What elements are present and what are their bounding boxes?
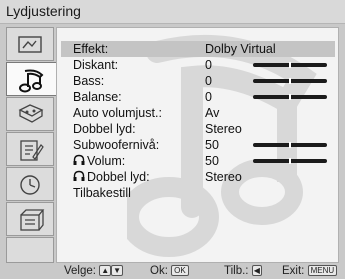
slider-track[interactable] (253, 62, 327, 68)
row-label: Bass: (73, 74, 105, 88)
row-label: Volum: (87, 154, 126, 168)
row-label: Dobbel lyd: (73, 122, 136, 136)
menu-row-reset[interactable]: Tilbakestill (61, 185, 335, 201)
sidebar-item-sound[interactable] (6, 62, 58, 96)
headphone-icon (73, 154, 85, 165)
row-label: Balanse: (73, 90, 122, 104)
row-value: Stereo (205, 170, 242, 184)
row-label: Effekt: (73, 42, 109, 56)
row-value: Av (205, 106, 220, 120)
page-title: Lydjustering (6, 3, 81, 19)
menu-row-headphone-dual-sound[interactable]: Dobbel lyd: Stereo (61, 169, 335, 185)
slider-knob[interactable] (289, 158, 291, 164)
row-label: Tilbakestill (73, 186, 131, 200)
up-arrow-icon: ▲ (99, 265, 112, 276)
down-arrow-icon: ▼ (111, 265, 124, 276)
row-value: 50 (205, 138, 219, 152)
menu-key-icon: MENU (307, 265, 338, 276)
footer-back-label: Tilb.: (224, 265, 249, 277)
row-value: Stereo (205, 122, 242, 136)
menu-row-effekt[interactable]: Effekt: Dolby Virtual (61, 41, 335, 57)
menu-row-headphone-volume[interactable]: Volum: 50 (61, 153, 335, 169)
row-label-wrap: Dobbel lyd: (73, 169, 150, 185)
left-arrow-icon: ◀ (251, 265, 262, 276)
slider-track[interactable] (253, 94, 327, 100)
footer-select: Velge: ▲ ▼ (64, 264, 124, 279)
footer-help-bar: Velge: ▲ ▼ Ok: OK Tilb.: ◀ Exit: MENU (0, 264, 345, 279)
row-label-wrap: Volum: (73, 153, 125, 169)
footer-ok: Ok: OK (150, 264, 189, 279)
row-label: Auto volumjust.: (73, 106, 162, 120)
footer-ok-label: Ok: (150, 265, 168, 277)
slider-knob[interactable] (289, 94, 291, 100)
settings-panel: Effekt: Dolby Virtual Diskant: 0 Bass: 0… (56, 27, 339, 263)
row-value: 50 (205, 154, 219, 168)
slider-track[interactable] (253, 158, 327, 164)
menu-row-balanse[interactable]: Balanse: 0 (61, 89, 335, 105)
screen-settings-icon (18, 104, 44, 123)
row-label: Dobbel lyd: (87, 170, 150, 184)
sidebar-item-timer[interactable] (6, 167, 54, 201)
menu-row-dual-sound[interactable]: Dobbel lyd: Stereo (61, 121, 335, 137)
sidebar-item-features[interactable] (6, 132, 54, 166)
headphone-icon (73, 170, 85, 181)
menu-row-bass[interactable]: Bass: 0 (61, 73, 335, 89)
slider-track[interactable] (253, 78, 327, 84)
menu-row-auto-volume[interactable]: Auto volumjust.: Av (61, 105, 335, 121)
slider-track[interactable] (253, 142, 327, 148)
row-value: Dolby Virtual (205, 42, 276, 56)
slider-knob[interactable] (289, 62, 291, 68)
ok-key-icon: OK (171, 265, 189, 276)
row-value: 0 (205, 90, 212, 104)
menu-row-subwoofer[interactable]: Subwoofernivå: 50 (61, 137, 335, 153)
slider-knob[interactable] (289, 142, 291, 148)
slider-knob[interactable] (289, 78, 291, 84)
sound-settings-icon (19, 69, 44, 93)
sidebar-item-empty (6, 237, 54, 263)
sidebar (6, 27, 58, 263)
title-bar: Lydjustering (0, 0, 345, 24)
row-value: 0 (205, 74, 212, 88)
row-value: 0 (205, 58, 212, 72)
setup-icon (20, 209, 45, 231)
footer-exit: Exit: MENU (282, 264, 338, 279)
sidebar-item-picture[interactable] (6, 27, 54, 61)
footer-exit-label: Exit: (282, 265, 305, 277)
row-label: Diskant: (73, 58, 119, 72)
sidebar-item-screen[interactable] (6, 97, 54, 131)
sidebar-item-setup[interactable] (6, 202, 54, 236)
menu-row-diskant[interactable]: Diskant: 0 (61, 57, 335, 73)
features-icon (20, 140, 44, 161)
row-label: Subwoofernivå: (73, 138, 160, 152)
footer-back: Tilb.: ◀ (224, 264, 262, 279)
picture-settings-icon (18, 36, 42, 53)
timer-icon (20, 175, 40, 195)
footer-select-label: Velge: (64, 265, 96, 277)
